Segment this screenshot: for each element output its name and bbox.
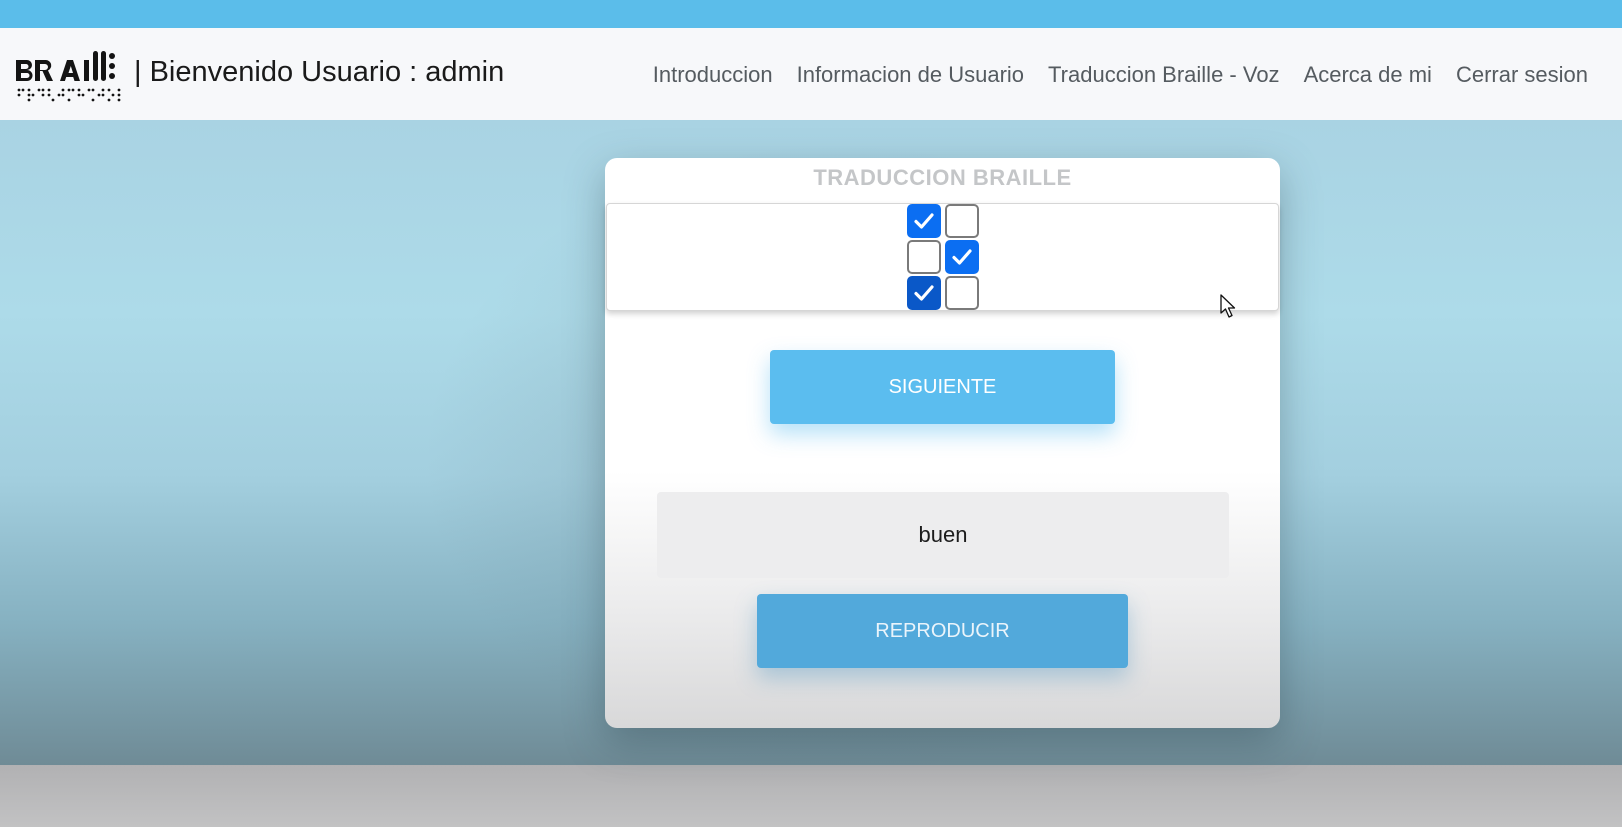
braille-dot-4[interactable] — [945, 204, 979, 238]
welcome-message: | Bienvenido Usuario : admin — [134, 56, 505, 88]
nav-introduccion[interactable]: Introduccion — [653, 62, 773, 88]
translation-card: TRADUCCION BRAILLE SIGUIENTE buen REPROD… — [605, 158, 1280, 728]
footer-area — [0, 765, 1622, 827]
checkmark-icon — [952, 249, 972, 265]
main-nav: Introduccion Informacion de Usuario Trad… — [653, 62, 1588, 88]
navbar: | Bienvenido Usuario : admin Introduccio… — [0, 28, 1622, 120]
braille-dot-1[interactable] — [907, 204, 941, 238]
checkmark-icon — [914, 213, 934, 229]
translation-result: buen — [657, 492, 1229, 578]
braille-logo-icon[interactable] — [16, 48, 126, 102]
mouse-pointer-icon — [1220, 294, 1236, 318]
nav-traduccion-braille-voz[interactable]: Traduccion Braille - Voz — [1048, 62, 1280, 88]
braille-cell-panel — [606, 203, 1279, 318]
nav-cerrar-sesion[interactable]: Cerrar sesion — [1456, 62, 1588, 88]
nav-acerca-de-mi[interactable]: Acerca de mi — [1304, 62, 1432, 88]
braille-dot-6[interactable] — [945, 276, 979, 310]
braille-dot-3[interactable] — [907, 276, 941, 310]
braille-dot-grid — [907, 204, 1236, 318]
play-button[interactable]: REPRODUCIR — [757, 594, 1128, 668]
card-title: TRADUCCION BRAILLE — [813, 165, 1072, 190]
braille-dot-5[interactable] — [945, 240, 979, 274]
next-button[interactable]: SIGUIENTE — [770, 350, 1115, 424]
nav-informacion-usuario[interactable]: Informacion de Usuario — [797, 62, 1024, 88]
top-accent-bar — [0, 0, 1622, 28]
braille-dot-2[interactable] — [907, 240, 941, 274]
checkmark-icon — [914, 285, 934, 301]
